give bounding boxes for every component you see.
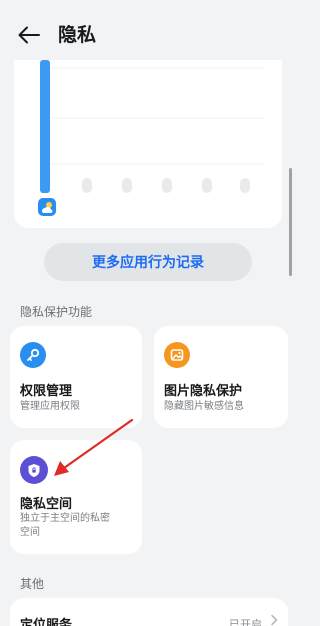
row-title: 定位服务 <box>20 618 73 626</box>
page-title: 隐私 <box>58 24 97 46</box>
usage-bar-highlight <box>40 60 50 193</box>
more-app-behavior-button[interactable]: 更多应用行为记录 <box>44 243 252 281</box>
usage-bar <box>240 178 250 193</box>
usage-bar <box>82 178 92 193</box>
usage-bar <box>122 178 132 193</box>
card-subtitle: 隐藏图片敏感信息 <box>164 401 244 412</box>
card-title: 权限管理 <box>20 384 73 399</box>
usage-bar <box>202 178 212 193</box>
image-privacy-card[interactable]: 图片隐私保护 隐藏图片敏感信息 <box>154 326 288 428</box>
weather-app-icon <box>38 198 56 216</box>
app-behavior-chart <box>14 60 282 228</box>
row-value: 已开启 <box>229 618 262 626</box>
card-subtitle: 独立于主空间的私密 空间 <box>20 512 110 540</box>
key-icon <box>20 342 46 368</box>
permission-management-card[interactable]: 权限管理 管理应用权限 <box>10 326 142 428</box>
card-subtitle: 管理应用权限 <box>20 401 80 412</box>
private-space-card[interactable]: 隐私空间 独立于主空间的私密 空间 <box>10 440 142 554</box>
section-label-other: 其他 <box>20 577 45 591</box>
back-arrow-icon <box>18 26 40 44</box>
back-button[interactable] <box>14 20 44 50</box>
usage-bar <box>162 178 172 193</box>
section-label-privacy-features: 隐私保护功能 <box>20 305 93 319</box>
card-subtitle-line: 独立于主空间的私密 <box>20 513 110 524</box>
shield-icon <box>20 456 48 484</box>
location-service-row[interactable]: 定位服务 已开启 <box>10 598 288 626</box>
card-title: 隐私空间 <box>20 497 73 512</box>
chevron-right-icon <box>271 614 278 626</box>
card-subtitle-line: 空间 <box>20 527 40 538</box>
image-icon <box>164 342 190 368</box>
scrollbar[interactable] <box>289 168 292 276</box>
card-title: 图片隐私保护 <box>164 384 243 399</box>
